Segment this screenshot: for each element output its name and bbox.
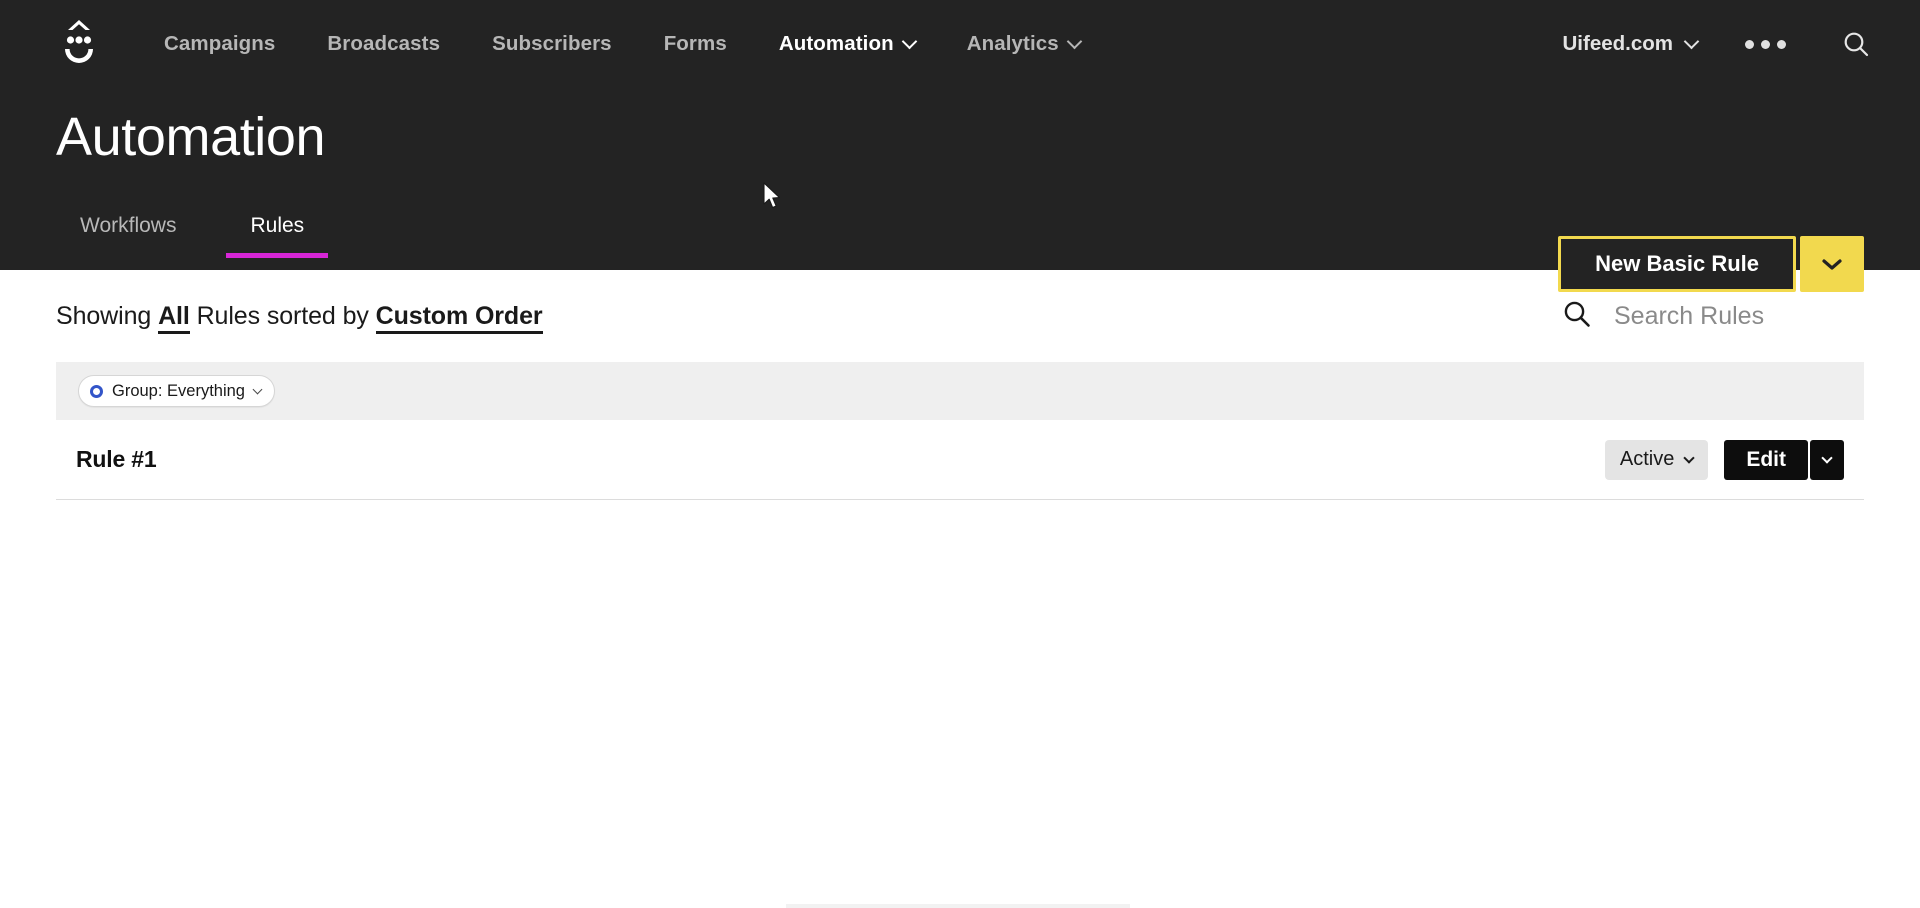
new-basic-rule-label: New Basic Rule [1595,251,1759,276]
edit-button[interactable]: Edit [1724,439,1808,480]
nav-label: Subscribers [492,32,612,55]
main-navbar: Campaigns Broadcasts Subscribers Forms A… [0,0,1920,88]
search-rules-area [1562,299,1864,334]
edit-dropdown-button[interactable] [1810,439,1844,480]
bottom-widget-strip [786,904,1130,908]
showing-summary: Showing All Rules sorted by Custom Order [56,301,543,334]
rule-name: Rule #1 [76,446,157,472]
chevron-down-icon [1822,259,1842,270]
chevron-down-icon [1683,33,1700,49]
search-icon[interactable] [1838,26,1874,62]
nav-item-campaigns[interactable]: Campaigns [138,32,301,56]
chevron-down-icon [252,384,263,394]
edit-button-group: Edit [1724,439,1844,480]
search-rules-input[interactable] [1614,301,1864,331]
sort-order-link[interactable]: Custom Order [375,301,543,334]
account-label: Uifeed.com [1562,32,1674,55]
header-actions: New Basic Rule [1558,236,1864,292]
scope-filter-link[interactable]: All [158,301,190,334]
navbar-right-cluster: Uifeed.com [1563,26,1875,62]
nav-item-broadcasts[interactable]: Broadcasts [301,32,466,56]
chevron-down-icon [1066,33,1083,49]
group-filter-chip[interactable]: Group: Everything [78,375,275,407]
nav-label: Analytics [966,32,1059,55]
group-filter-label: Group: Everything [112,381,245,400]
tab-rules[interactable]: Rules [226,215,328,258]
rule-row-actions: Active Edit [1604,439,1844,480]
showing-middle-text: Rules sorted by [196,301,369,330]
tab-workflows[interactable]: Workflows [56,215,200,258]
nav-label: Campaigns [164,32,276,55]
edit-label: Edit [1746,447,1786,471]
dot [1777,39,1786,49]
page-title: Automation [56,107,326,167]
nav-item-subscribers[interactable]: Subscribers [466,32,638,56]
dot [1761,39,1770,49]
status-badge[interactable]: Active [1604,439,1709,480]
search-icon[interactable] [1562,299,1592,334]
status-label: Active [1619,448,1675,470]
group-ring-icon [90,384,103,398]
filter-bar: Group: Everything [56,362,1864,420]
page-header: Automation Workflows Rules New Basic Rul… [0,88,1920,292]
nav-item-automation[interactable]: Automation [753,32,941,56]
new-basic-rule-button[interactable]: New Basic Rule [1558,236,1796,292]
nav-item-forms[interactable]: Forms [638,32,753,56]
showing-prefix: Showing [56,301,152,330]
tab-label: Rules [250,214,305,237]
table-row[interactable]: Rule #1 Active Edit [56,420,1864,500]
three-dots-icon[interactable] [1741,32,1790,57]
convertkit-smiley-logo[interactable] [56,16,102,72]
nav-label: Automation [778,32,894,55]
top-dark-region: Campaigns Broadcasts Subscribers Forms A… [0,0,1920,292]
account-switcher[interactable]: Uifeed.com [1562,32,1700,56]
chevron-down-icon [901,33,917,49]
content-area: Showing All Rules sorted by Custom Order… [0,270,1920,500]
nav-item-analytics[interactable]: Analytics [941,32,1106,56]
new-rule-dropdown-button[interactable] [1800,236,1864,292]
tab-label: Workflows [80,214,177,237]
nav-label: Forms [663,32,727,55]
dot [1745,39,1754,49]
chevron-down-icon [1683,451,1695,464]
chevron-down-icon [1821,451,1833,464]
nav-label: Broadcasts [327,32,441,55]
primary-nav-links: Campaigns Broadcasts Subscribers Forms A… [138,32,1106,56]
